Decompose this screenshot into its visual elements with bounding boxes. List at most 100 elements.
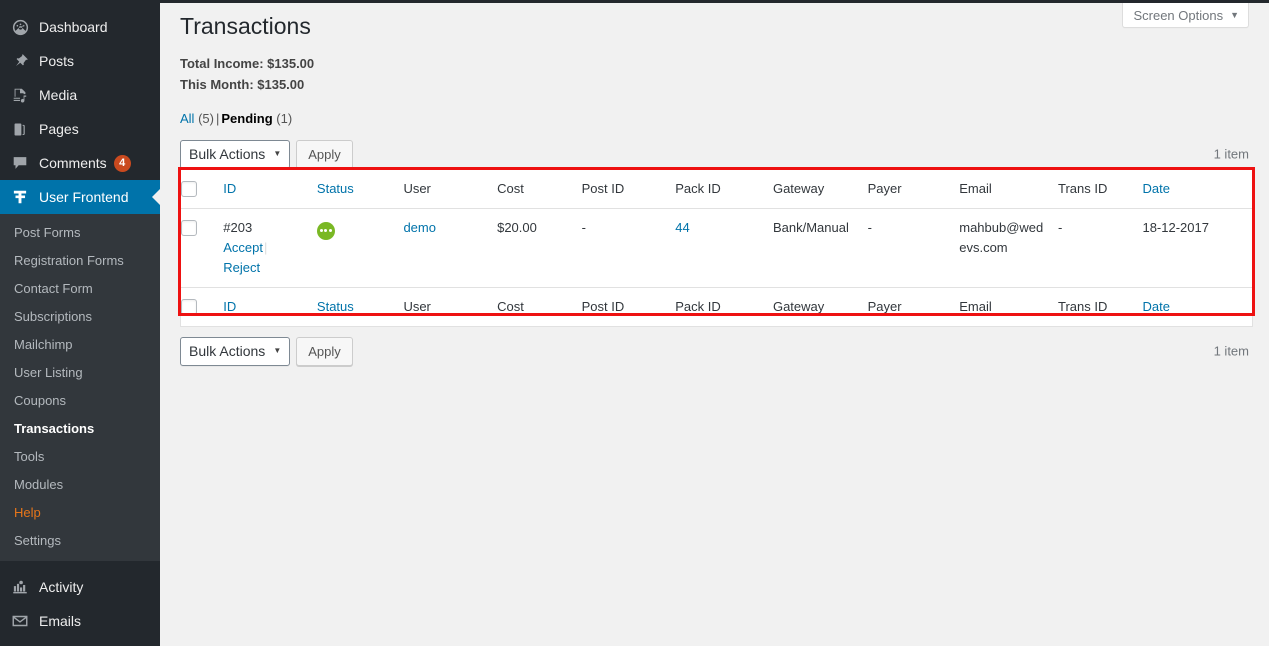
apply-button-bottom[interactable]: Apply — [296, 336, 353, 366]
sidebar-item-post-forms[interactable]: Post Forms — [0, 219, 160, 247]
transactions-table-wrapper: ID Status User Cost Post ID Pack ID Gate… — [178, 167, 1255, 327]
screen-options-label: Screen Options — [1133, 7, 1224, 23]
total-income-text: Total Income: $135.00 — [180, 56, 315, 71]
column-header-user: User — [403, 169, 498, 209]
sort-status-link-bottom[interactable]: Status — [317, 299, 354, 314]
filter-pending-count: (1) — [276, 111, 293, 126]
cell-date: 18-12-2017 — [1142, 220, 1209, 235]
sidebar-item-transactions[interactable]: Transactions — [0, 415, 160, 443]
column-header-status[interactable]: Status — [316, 169, 404, 209]
select-all-checkbox-top[interactable] — [181, 181, 197, 197]
footer-header-gateway: Gateway — [772, 287, 868, 327]
column-header-pack-id: Pack ID — [675, 169, 773, 209]
column-header-trans-id: Trans ID — [1057, 169, 1143, 209]
sidebar-item-posts[interactable]: Posts — [0, 44, 160, 78]
item-count-bottom: 1 item — [1213, 343, 1249, 359]
sort-id-link-bottom[interactable]: ID — [223, 299, 236, 314]
apply-button-top[interactable]: Apply — [296, 139, 353, 169]
cell-payer: - — [867, 220, 872, 235]
filter-all-link[interactable]: All — [180, 111, 194, 126]
comments-count-badge: 4 — [113, 154, 131, 172]
pending-status-icon[interactable] — [316, 221, 335, 240]
pin-icon — [10, 51, 30, 71]
page-title: Transactions — [180, 13, 311, 39]
footer-header-id[interactable]: ID — [223, 287, 317, 327]
screen-options-button[interactable]: Screen Options ▼ — [1122, 3, 1249, 28]
sidebar-item-subscriptions[interactable]: Subscriptions — [0, 303, 160, 331]
column-header-cost: Cost — [497, 169, 582, 209]
footer-header-date[interactable]: Date — [1142, 287, 1253, 327]
row-actions: Accept| Reject — [223, 238, 307, 278]
column-header-gateway: Gateway — [772, 169, 868, 209]
sort-date-link[interactable]: Date — [1142, 181, 1169, 196]
sidebar-separator — [0, 561, 160, 570]
sidebar-item-pages[interactable]: Pages — [0, 112, 160, 146]
sidebar-item-tools[interactable]: Tools — [0, 443, 160, 471]
accept-link[interactable]: Accept — [223, 240, 263, 255]
row-checkbox[interactable] — [181, 220, 197, 236]
sidebar-item-comments[interactable]: Comments 4 — [0, 146, 160, 180]
footer-header-user: User — [403, 287, 498, 327]
column-header-id[interactable]: ID — [223, 169, 317, 209]
comment-icon — [10, 153, 30, 173]
bulk-actions-select-bottom[interactable]: Bulk Actions ▼ — [180, 336, 291, 366]
this-month-text: This Month: $135.00 — [180, 77, 305, 92]
footer-header-email: Email — [959, 287, 1058, 327]
bulk-actions-select-top[interactable]: Bulk Actions ▼ — [180, 139, 291, 169]
sidebar-item-user-frontend[interactable]: User Frontend — [0, 180, 160, 214]
sidebar-item-coupons[interactable]: Coupons — [0, 387, 160, 415]
sidebar-item-settings[interactable]: Settings — [0, 527, 160, 555]
sidebar-item-label: Emails — [39, 613, 82, 629]
user-frontend-icon — [10, 187, 30, 207]
cell-id: #203 Accept| Reject — [223, 209, 317, 288]
sort-id-link[interactable]: ID — [223, 181, 236, 196]
cell-email: mahbub@wedevs.com — [959, 220, 1044, 255]
sidebar-item-dashboard[interactable]: Dashboard — [0, 10, 160, 44]
table-header-row: ID Status User Cost Post ID Pack ID Gate… — [180, 169, 1253, 209]
reject-link[interactable]: Reject — [223, 260, 260, 275]
sidebar-item-label: User Frontend — [39, 189, 129, 205]
bulk-actions-label: Bulk Actions — [189, 343, 266, 359]
pages-icon — [10, 119, 30, 139]
status-filter-list: All (5) | Pending (1) — [180, 109, 1249, 129]
sidebar-item-registration-forms[interactable]: Registration Forms — [0, 247, 160, 275]
wp-admin-screen: Dashboard Posts Media Pages Comments 4 U… — [0, 0, 1269, 646]
sidebar-item-media[interactable]: Media — [0, 78, 160, 112]
table-footer-row: ID Status User Cost Post ID Pack ID Gate… — [180, 287, 1253, 327]
sidebar-item-contact-form[interactable]: Contact Form — [0, 275, 160, 303]
sidebar-item-user-listing[interactable]: User Listing — [0, 359, 160, 387]
filter-pending[interactable]: Pending (1) — [221, 111, 292, 126]
cell-trans-id: - — [1057, 220, 1063, 235]
sidebar-item-emails[interactable]: Emails — [0, 604, 160, 638]
user-link[interactable]: demo — [403, 220, 436, 235]
transactions-table: ID Status User Cost Post ID Pack ID Gate… — [180, 169, 1253, 327]
sidebar-item-modules[interactable]: Modules — [0, 471, 160, 499]
filter-all[interactable]: All (5) — [180, 111, 214, 126]
tablenav-top: Bulk Actions ▼ Apply 1 item — [180, 139, 1249, 169]
footer-header-status[interactable]: Status — [316, 287, 404, 327]
cell-user: demo — [403, 209, 497, 288]
pack-id-link[interactable]: 44 — [675, 220, 689, 235]
filter-pending-link[interactable]: Pending — [221, 111, 272, 126]
bulk-actions-label: Bulk Actions — [189, 146, 266, 162]
cell-post-id: - — [581, 220, 586, 235]
select-all-checkbox-bottom[interactable] — [181, 299, 197, 315]
table-body: #203 Accept| Reject demo $20.00 - 44 Ban… — [181, 209, 1253, 288]
tablenav-bottom: Bulk Actions ▼ Apply 1 item — [180, 336, 1249, 366]
footer-header-trans-id: Trans ID — [1057, 287, 1143, 327]
column-header-date[interactable]: Date — [1142, 169, 1253, 209]
activity-icon — [10, 577, 30, 597]
sidebar-item-mailchimp[interactable]: Mailchimp — [0, 331, 160, 359]
sort-date-link-bottom[interactable]: Date — [1142, 299, 1169, 314]
footer-header-pack-id: Pack ID — [675, 287, 773, 327]
chevron-down-icon: ▼ — [1230, 9, 1239, 20]
footer-header-payer: Payer — [867, 287, 960, 327]
sort-status-link[interactable]: Status — [317, 181, 354, 196]
chevron-down-icon: ▼ — [273, 149, 282, 158]
select-all-header — [180, 169, 224, 209]
media-icon — [10, 85, 30, 105]
sidebar-item-activity[interactable]: Activity — [0, 570, 160, 604]
sidebar-item-help[interactable]: Help — [0, 499, 160, 527]
sidebar-item-label: Dashboard — [39, 19, 108, 35]
user-frontend-submenu: Post Forms Registration Forms Contact Fo… — [0, 214, 160, 561]
